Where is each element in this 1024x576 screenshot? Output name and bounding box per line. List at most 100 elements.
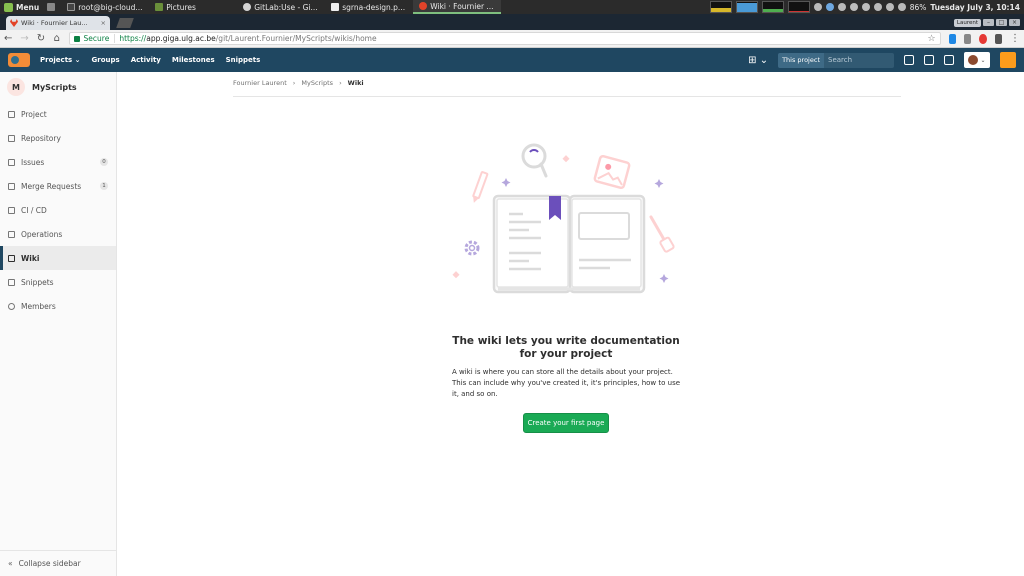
sidebar-item-label: Issues (21, 157, 45, 167)
taskbar-task-label: root@big-cloud... (78, 2, 143, 12)
os-menu-button[interactable]: Menu (0, 2, 43, 12)
extension-s-icon[interactable] (994, 33, 1002, 44)
sidebar-item-issues[interactable]: Issues 0 (0, 150, 116, 174)
chat-icon[interactable] (861, 3, 870, 11)
home-icon[interactable]: ⌂ (53, 33, 60, 44)
breadcrumb-item[interactable]: Fournier Laurent (233, 79, 287, 87)
volume-icon[interactable] (885, 3, 894, 11)
issues-icon[interactable] (904, 55, 914, 65)
sidebar-item-snippets[interactable]: Snippets (0, 270, 116, 294)
sidebar-item-project[interactable]: Project (0, 102, 116, 126)
back-icon[interactable]: ← (4, 33, 12, 44)
nav-snippets[interactable]: Snippets (226, 56, 261, 64)
taskbar-task[interactable]: sgrna-design.p... (325, 0, 413, 14)
user-avatar (968, 55, 979, 65)
taskbar-task-label: Pictures (166, 2, 196, 12)
close-window-icon[interactable]: × (1009, 19, 1020, 26)
nav-groups[interactable]: Groups (92, 56, 120, 64)
nav-milestones[interactable]: Milestones (172, 56, 215, 64)
profile-button[interactable]: Laurent (953, 19, 981, 27)
sidebar-item-operations[interactable]: Operations (0, 222, 116, 246)
bluetooth-icon[interactable] (825, 3, 834, 11)
sidebar-item-label: Repository (21, 133, 61, 143)
gear-icon (464, 240, 480, 256)
taskbar-app-terminal-icon-only[interactable] (43, 0, 61, 14)
new-tab-button[interactable] (116, 18, 134, 28)
minimize-icon[interactable]: – (983, 19, 994, 26)
close-tab-icon[interactable]: × (101, 19, 106, 27)
collapse-sidebar-button[interactable]: « Collapse sidebar (0, 550, 116, 576)
create-first-page-button[interactable]: Create your first page (523, 413, 609, 433)
taskbar-task-label: GitLab:Use - Gi... (254, 2, 318, 12)
sidebar-item-label: Wiki (21, 253, 40, 263)
secure-label: Secure (84, 34, 116, 43)
sidebar-item-merge-requests[interactable]: Merge Requests 1 (0, 174, 116, 198)
rocket-icon (8, 206, 15, 214)
clock[interactable]: Tuesday July 3, 10:14 (930, 3, 1020, 12)
breadcrumb-item[interactable]: MyScripts (301, 79, 333, 87)
gitlab-header: Projects ⌄ Groups Activity Milestones Sn… (0, 48, 1024, 72)
reload-icon[interactable]: ↻ (37, 33, 45, 44)
header-actions: ⊞ ⌄ This project ⌄ (748, 52, 1024, 68)
browser-menu-icon[interactable]: ⋮ (1010, 33, 1020, 44)
shield-icon[interactable] (813, 3, 822, 11)
breadcrumb-separator: › (292, 79, 296, 87)
os-logo-icon (4, 2, 13, 12)
collapse-sidebar-label: Collapse sidebar (18, 559, 81, 568)
breadcrumb: Fournier Laurent › MyScripts › Wiki (233, 79, 364, 87)
wifi-icon[interactable] (873, 3, 882, 11)
sidebar-item-wiki[interactable]: Wiki (0, 246, 116, 270)
sidebar-item-label: Merge Requests (21, 181, 82, 191)
extension-record-icon[interactable] (979, 33, 987, 44)
taskbar-task-label: Wiki · Fournier ... (430, 1, 494, 11)
sidebar-item-members[interactable]: Members (0, 294, 116, 318)
battery-icon[interactable] (897, 3, 906, 11)
book-icon (8, 254, 15, 262)
breadcrumb-current[interactable]: Wiki (348, 79, 364, 87)
window-controls: Laurent – □ × (953, 19, 1024, 27)
url-host: app.giga.ulg.ac.be (146, 34, 216, 43)
taskbar-task[interactable]: GitLab:Use - Gi... (237, 0, 325, 14)
nav-activity[interactable]: Activity (131, 56, 161, 64)
browser-icon (419, 2, 428, 10)
bookmark-star-icon[interactable]: ☆ (927, 34, 935, 44)
repository-icon (8, 134, 15, 142)
sidebar-item-repository[interactable]: Repository (0, 126, 116, 150)
taskbar-task[interactable]: root@big-cloud... (61, 0, 149, 14)
taskbar-task[interactable]: Pictures (149, 0, 237, 14)
user-menu-button[interactable]: ⌄ (964, 52, 990, 68)
double-chevron-left-icon: « (8, 559, 13, 568)
extension-mail-icon[interactable] (948, 33, 956, 44)
browser-tab-active[interactable]: Wiki · Fournier Lau... × (6, 16, 110, 30)
issues-icon (8, 158, 15, 166)
taskbar-task-active[interactable]: Wiki · Fournier ... (413, 0, 502, 14)
network-icon[interactable] (849, 3, 858, 11)
gitlab-logo-icon[interactable] (8, 53, 30, 67)
sidebar-project-header[interactable]: M MyScripts (0, 72, 116, 102)
mail-icon[interactable] (837, 3, 846, 11)
gitlab-fox-icon[interactable] (1000, 52, 1016, 68)
cpu-monitor-graph (709, 1, 732, 13)
sidebar-item-ci-cd[interactable]: CI / CD (0, 198, 116, 222)
forward-icon[interactable]: → (20, 33, 28, 44)
address-bar[interactable]: Secure https://app.giga.ulg.ac.be/git/La… (68, 32, 941, 45)
todos-check-icon[interactable] (944, 55, 954, 65)
search-box: This project (778, 52, 894, 68)
extension-download-icon[interactable] (963, 33, 972, 44)
network-monitor-graph (761, 1, 784, 13)
new-item-plus-icon[interactable]: ⊞ ⌄ (748, 55, 768, 66)
merge-request-icon[interactable] (924, 55, 934, 65)
search-input[interactable] (824, 52, 894, 68)
project-name: MyScripts (32, 82, 77, 92)
search-scope[interactable]: This project (778, 52, 824, 68)
empty-state-title: The wiki lets you write documentation fo… (452, 335, 680, 360)
maximize-icon[interactable]: □ (996, 19, 1007, 26)
merge-request-icon (8, 182, 15, 190)
project-sidebar: M MyScripts Project Repository Issues 0 … (0, 72, 117, 576)
merge-requests-count-badge: 1 (100, 182, 108, 190)
nav-projects[interactable]: Projects ⌄ (40, 56, 81, 64)
header-nav: Projects ⌄ Groups Activity Milestones Sn… (40, 56, 260, 64)
load-monitor-graph (787, 1, 810, 13)
folder-icon (155, 3, 164, 11)
taskbar-task-label: sgrna-design.p... (342, 2, 406, 12)
